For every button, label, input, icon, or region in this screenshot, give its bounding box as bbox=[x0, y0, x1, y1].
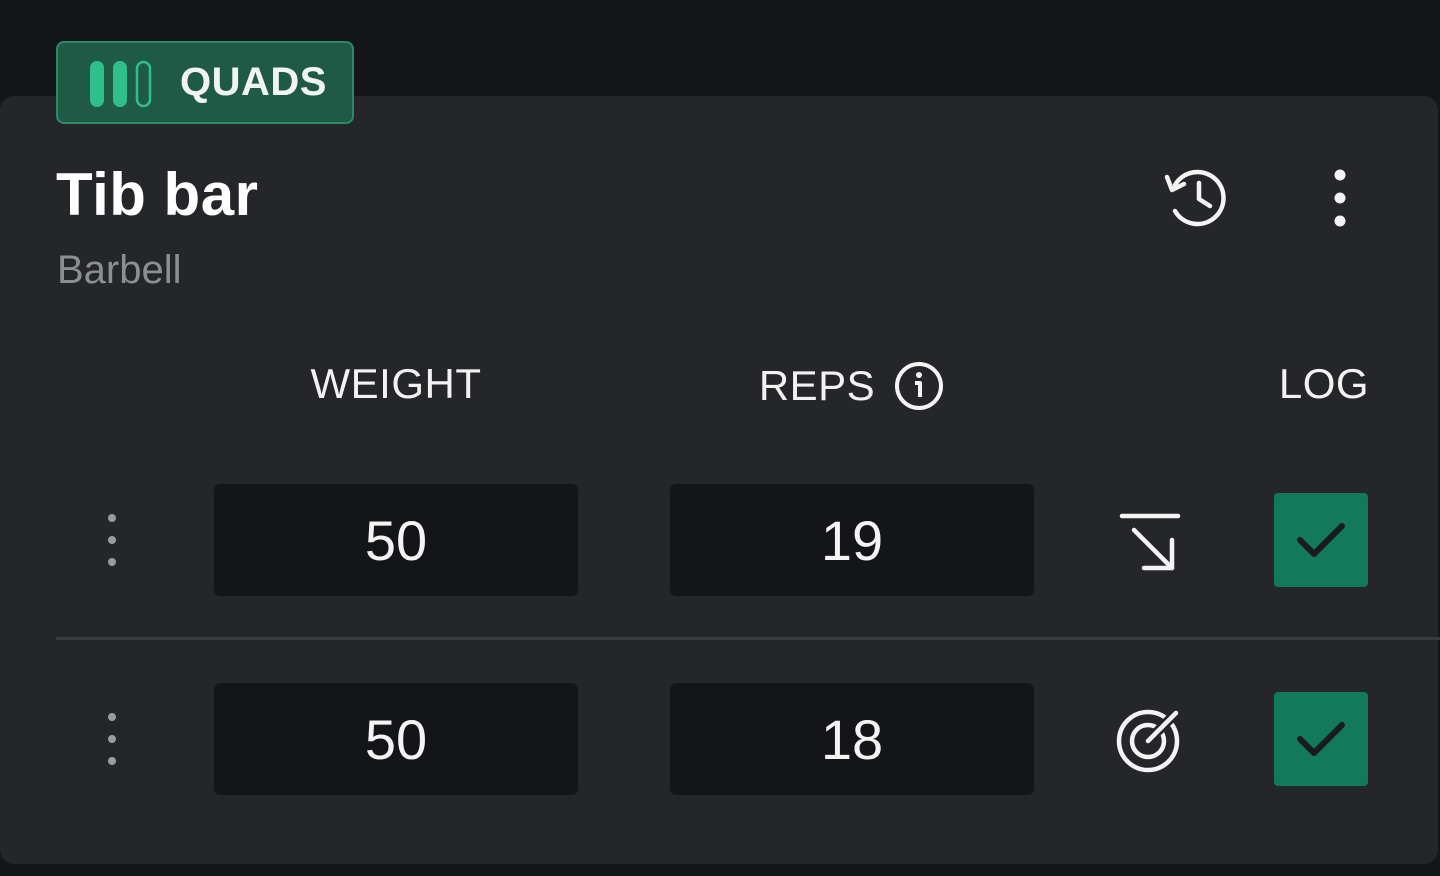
reps-input[interactable]: 18 bbox=[670, 683, 1034, 795]
muscle-group-label: QUADS bbox=[180, 60, 327, 104]
set-row: 50 18 bbox=[0, 683, 1440, 795]
weight-input[interactable]: 50 bbox=[214, 484, 578, 596]
checkmark-icon bbox=[1297, 523, 1345, 557]
equipment-label: Barbell bbox=[57, 248, 182, 292]
muscle-group-bars-icon bbox=[90, 60, 152, 108]
history-icon bbox=[1164, 169, 1226, 227]
exercise-title[interactable]: Tib bar bbox=[56, 160, 258, 229]
row-divider bbox=[56, 637, 1440, 640]
set-row: 50 19 bbox=[0, 484, 1440, 596]
history-button[interactable] bbox=[1158, 158, 1238, 238]
more-vertical-icon bbox=[1334, 169, 1346, 227]
drag-handle-icon[interactable] bbox=[92, 709, 132, 769]
info-icon[interactable] bbox=[893, 360, 945, 412]
reps-column-label: REPS bbox=[758, 362, 876, 409]
log-set-checkbox[interactable] bbox=[1274, 493, 1368, 587]
weight-input[interactable]: 50 bbox=[214, 683, 578, 795]
workout-screen: QUADS Tib bar Barbell WEIGHT REPS LOG 50… bbox=[0, 0, 1440, 876]
weight-column-header: WEIGHT bbox=[310, 360, 482, 407]
log-set-checkbox[interactable] bbox=[1274, 692, 1368, 786]
log-column-header: LOG bbox=[1278, 360, 1370, 407]
checkmark-icon bbox=[1297, 722, 1345, 756]
more-options-button[interactable] bbox=[1310, 158, 1370, 238]
target-icon[interactable] bbox=[1110, 703, 1190, 775]
muscle-group-badge[interactable]: QUADS bbox=[56, 41, 354, 124]
reps-column-header: REPS bbox=[670, 356, 1034, 416]
drag-handle-icon[interactable] bbox=[92, 510, 132, 570]
reps-input[interactable]: 19 bbox=[670, 484, 1034, 596]
drop-arrow-icon[interactable] bbox=[1110, 504, 1190, 576]
